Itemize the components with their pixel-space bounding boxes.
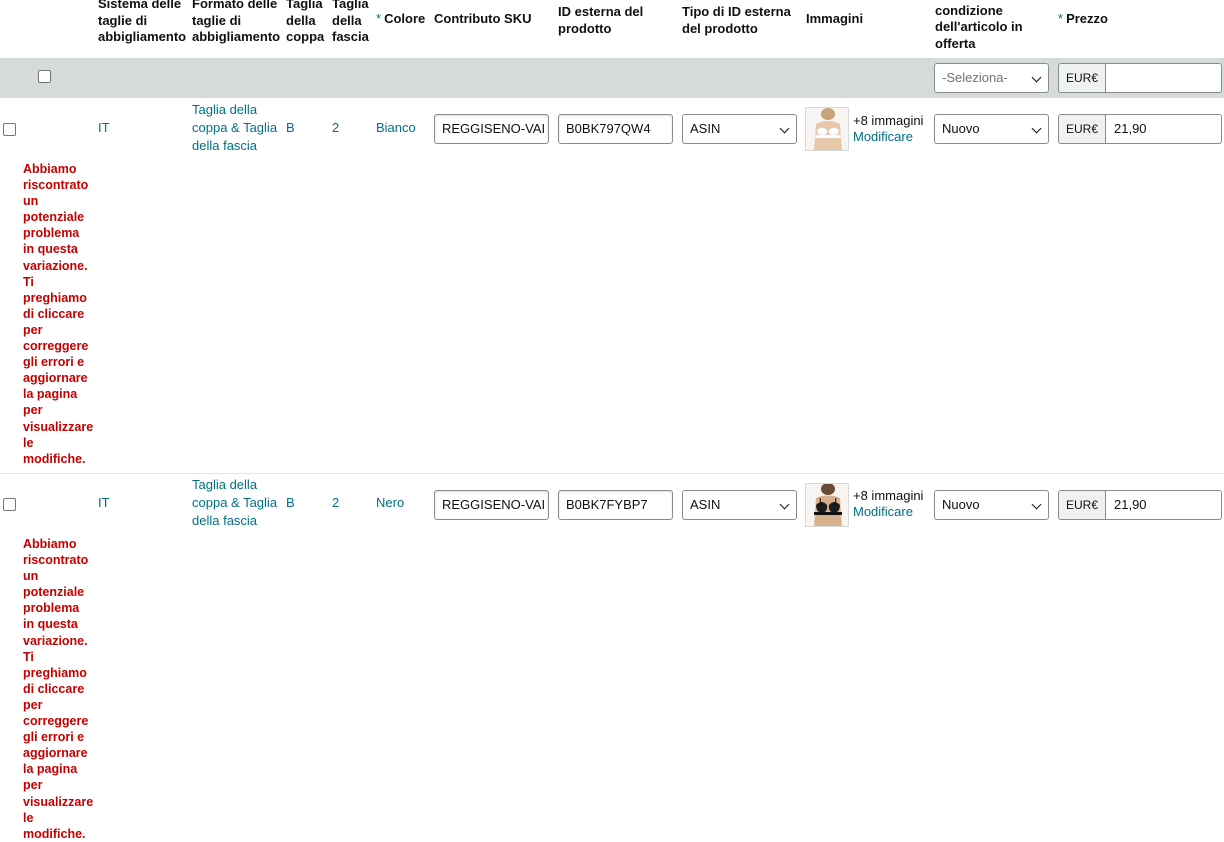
chevron-down-icon: [779, 123, 790, 134]
chevron-down-icon: [1031, 499, 1042, 510]
header-price-label: Prezzo: [1066, 11, 1108, 26]
product-image-thumbnail[interactable]: [805, 107, 849, 151]
external-id-input[interactable]: B0BK7FYBP7: [558, 490, 673, 520]
chevron-down-icon: [1031, 72, 1042, 83]
condition-select[interactable]: Nuovo: [934, 114, 1049, 144]
row-cup-size[interactable]: B: [286, 494, 295, 512]
header-external-id: ID esterna del prodotto: [558, 4, 644, 36]
variation-error-message[interactable]: Abbiamo riscontrato un potenziale proble…: [23, 536, 93, 842]
edit-images-link[interactable]: Modificare: [853, 504, 913, 520]
row-color[interactable]: Nero: [376, 494, 404, 512]
bulk-condition-value: -Seleziona-: [942, 70, 1008, 85]
header-images: Immagini: [806, 11, 864, 26]
row-size-format[interactable]: Taglia della coppa & Taglia della fascia: [192, 476, 284, 530]
chevron-down-icon: [1031, 123, 1042, 134]
header-color-label: Colore: [384, 11, 426, 26]
external-id-type-select[interactable]: ASIN: [682, 114, 797, 144]
header-size-format: Formato delle taglie di abbigliamento: [192, 0, 281, 44]
currency-label: EUR€: [1058, 114, 1106, 144]
bulk-price-input[interactable]: [1106, 63, 1222, 93]
price-input[interactable]: 21,90: [1106, 490, 1222, 520]
header-condition: condizione dell'articolo in offerta: [935, 3, 1023, 51]
condition-value: Nuovo: [942, 121, 980, 136]
external-id-type-select[interactable]: ASIN: [682, 490, 797, 520]
row-cup-size[interactable]: B: [286, 119, 295, 137]
currency-label: EUR€: [1058, 490, 1106, 520]
row-band-size[interactable]: 2: [332, 119, 339, 137]
sku-input[interactable]: REGGISENO-VAI: [434, 490, 549, 520]
external-id-type-value: ASIN: [690, 497, 721, 512]
condition-value: Nuovo: [942, 497, 980, 512]
row-size-system[interactable]: IT: [98, 494, 110, 512]
product-image-thumbnail[interactable]: [805, 483, 849, 527]
more-images-label: +8 immagini: [853, 113, 924, 128]
more-images-label: +8 immagini: [853, 488, 924, 503]
bulk-currency-label: EUR€: [1058, 63, 1106, 93]
row-size-format[interactable]: Taglia della coppa & Taglia della fascia: [192, 101, 284, 155]
variation-error-message[interactable]: Abbiamo riscontrato un potenziale proble…: [23, 161, 93, 467]
external-id-type-value: ASIN: [690, 121, 721, 136]
chevron-down-icon: [779, 499, 790, 510]
price-input[interactable]: 21,90: [1106, 114, 1222, 144]
row-checkbox[interactable]: [3, 498, 16, 511]
required-marker: *: [1058, 11, 1064, 26]
header-cup-size: Taglia della coppa: [286, 0, 325, 44]
row-size-system[interactable]: IT: [98, 119, 110, 137]
select-all-checkbox[interactable]: [38, 70, 51, 83]
header-price: * Prezzo: [1058, 11, 1158, 28]
black-bra-photo-icon: [806, 484, 848, 526]
row-band-size[interactable]: 2: [332, 494, 339, 512]
edit-images-link[interactable]: Modificare: [853, 129, 913, 145]
required-marker: *: [376, 11, 382, 26]
white-bra-photo-icon: [806, 108, 848, 150]
header-color: * Colore: [376, 11, 434, 28]
header-sku: Contributo SKU: [434, 11, 532, 26]
header-external-id-type: Tipo di ID esterna del prodotto: [682, 4, 791, 36]
condition-select[interactable]: Nuovo: [934, 490, 1049, 520]
row-divider: [0, 473, 1224, 474]
external-id-input[interactable]: B0BK797QW4: [558, 114, 673, 144]
table-header: Sistema delle taglie di abbigliamento Fo…: [0, 0, 1224, 58]
row-color[interactable]: Bianco: [376, 119, 416, 137]
sku-input[interactable]: REGGISENO-VAI: [434, 114, 549, 144]
row-checkbox[interactable]: [3, 123, 16, 136]
header-band-size: Taglia della fascia: [332, 0, 369, 44]
bulk-condition-select[interactable]: -Seleziona-: [934, 63, 1049, 93]
header-size-system: Sistema delle taglie di abbigliamento: [98, 0, 187, 44]
